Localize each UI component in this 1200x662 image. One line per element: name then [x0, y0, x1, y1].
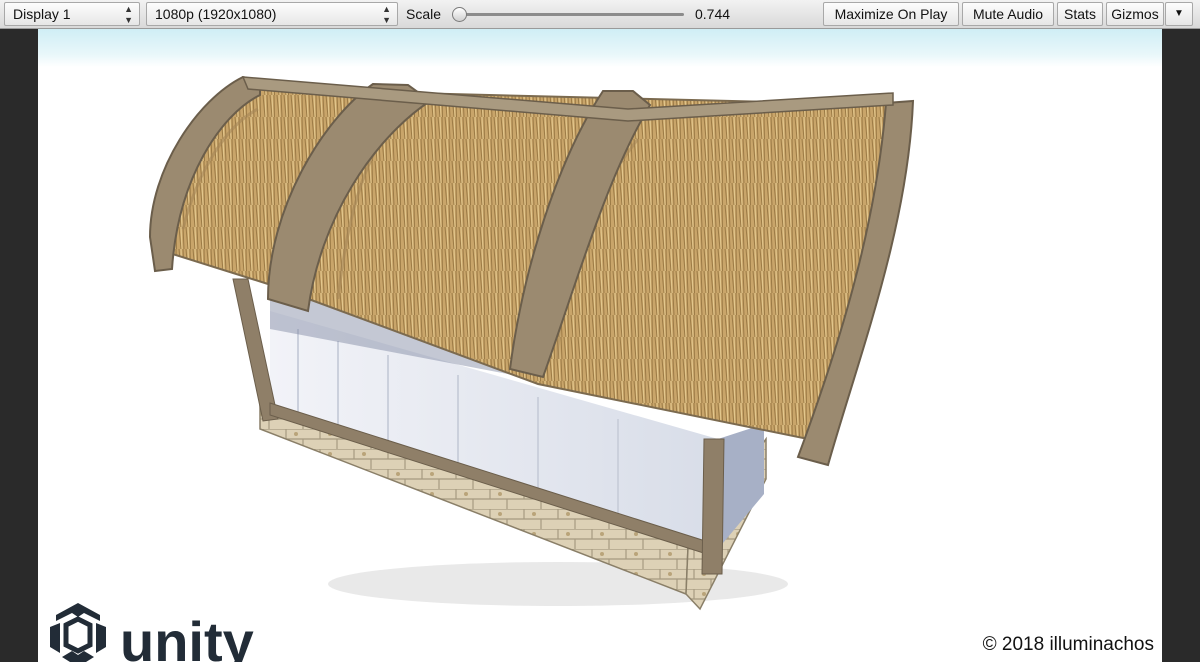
corner-post-right — [701, 438, 725, 575]
maximize-on-play-button[interactable]: Maximize On Play — [823, 2, 959, 26]
unity-logo: unity — [50, 603, 254, 662]
display-dropdown[interactable]: Display 1 ▲ ▼ — [4, 2, 140, 26]
scale-slider-knob[interactable] — [452, 7, 467, 22]
gizmos-label: Gizmos — [1111, 6, 1159, 22]
scale-value: 0.744 — [695, 6, 731, 22]
gizmos-dropdown-arrow[interactable]: ▼ — [1165, 2, 1193, 26]
unity-cube-icon — [50, 603, 106, 662]
stats-button[interactable]: Stats — [1057, 2, 1103, 26]
stats-label: Stats — [1064, 6, 1096, 22]
resolution-label: 1080p (1920x1080) — [155, 6, 277, 22]
dropdown-arrows-icon: ▲ ▼ — [124, 4, 133, 25]
game-view-toolbar: Display 1 ▲ ▼ 1080p (1920x1080) ▲ ▼ Scale … — [0, 0, 1200, 29]
maximize-on-play-label: Maximize On Play — [834, 6, 948, 22]
copyright-text: © 2018 illuminachos — [982, 634, 1154, 655]
side-wall — [718, 424, 764, 549]
unity-wordmark: unity — [120, 610, 254, 662]
house-scene — [148, 75, 915, 611]
scale-control: Scale 0.744 — [398, 2, 818, 26]
game-viewport[interactable]: unity © 2018 illuminachos — [38, 29, 1162, 662]
chevron-down-icon: ▼ — [1174, 8, 1184, 19]
resolution-dropdown[interactable]: 1080p (1920x1080) ▲ ▼ — [146, 2, 398, 26]
gizmos-button[interactable]: Gizmos — [1106, 2, 1164, 26]
mute-audio-button[interactable]: Mute Audio — [962, 2, 1054, 26]
scale-slider[interactable] — [452, 7, 684, 22]
dropdown-arrows-icon: ▲ ▼ — [382, 4, 391, 25]
scale-label: Scale — [406, 6, 442, 22]
display-label: Display 1 — [13, 6, 71, 22]
mute-audio-label: Mute Audio — [972, 6, 1044, 22]
